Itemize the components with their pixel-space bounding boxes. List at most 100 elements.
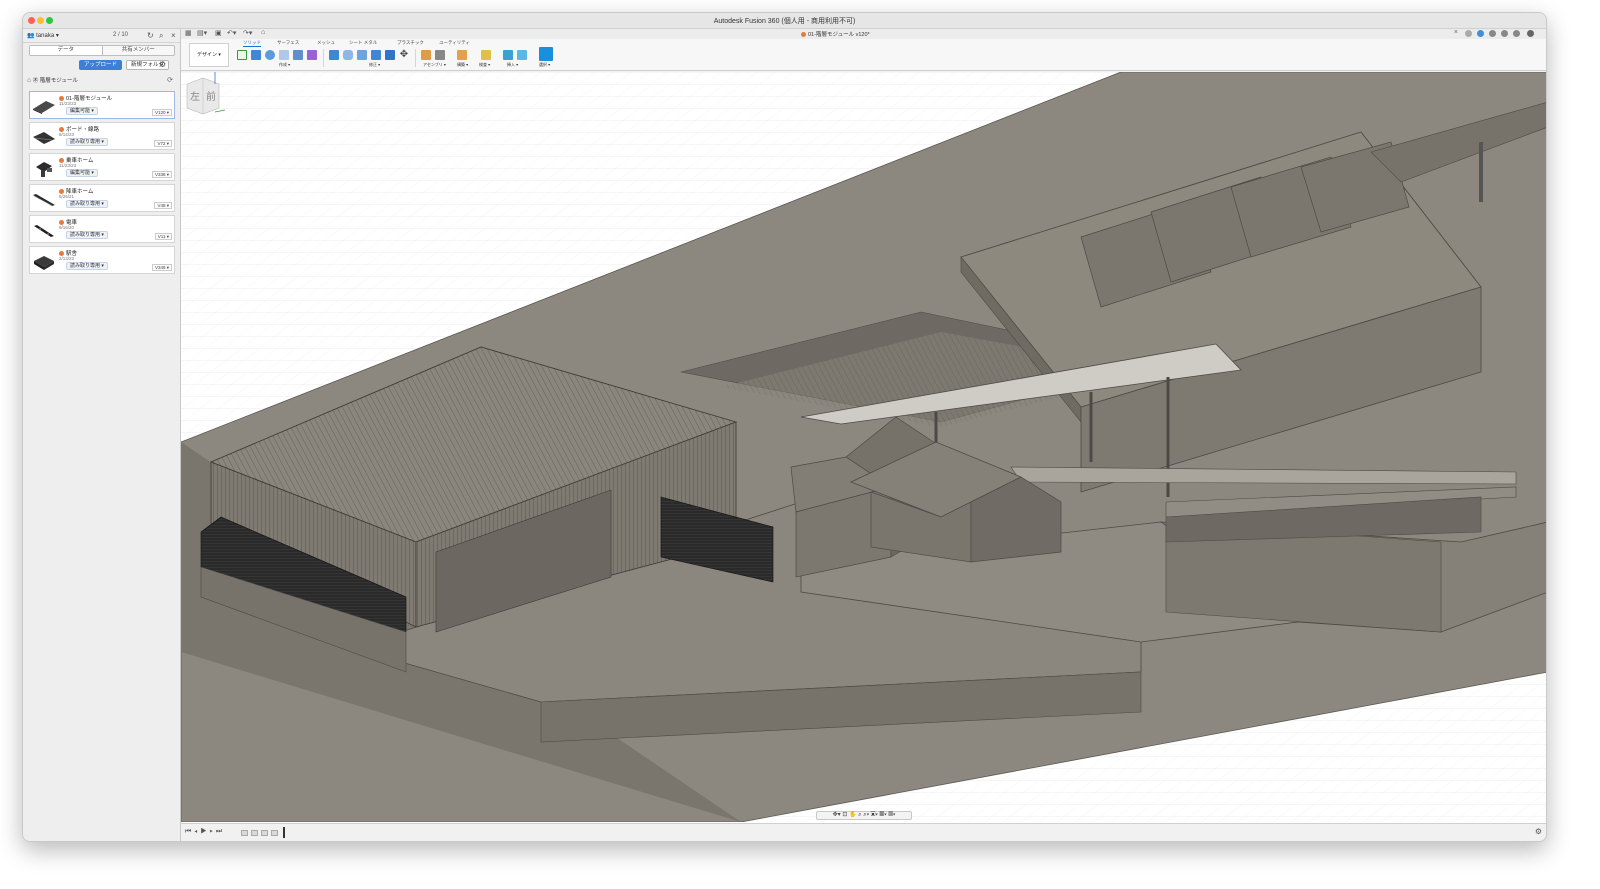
- group-construct[interactable]: 構築 ▾: [457, 62, 468, 68]
- list-item[interactable]: 降車ホーム 6/26/21 読み取り専用 ▾ V48 ▾: [29, 184, 175, 212]
- breadcrumb: ⌂ ㊍ 階層モジュール ⟳: [27, 76, 177, 86]
- file-date: 6/26/21: [59, 194, 75, 199]
- file-date: 11/23/23: [59, 101, 77, 106]
- zoom-icon[interactable]: ⌕: [858, 812, 861, 818]
- home-view-icon[interactable]: ⌂: [261, 29, 265, 36]
- workspace-switcher[interactable]: デザイン ▾: [189, 43, 229, 67]
- select-cursor-icon[interactable]: [539, 47, 553, 61]
- shell-icon[interactable]: [371, 50, 381, 60]
- revolve-icon[interactable]: [265, 50, 275, 60]
- new-component-icon[interactable]: [421, 50, 431, 60]
- list-item[interactable]: 電車 9/16/20 読み取り専用 ▾ V11 ▾: [29, 215, 175, 243]
- status-badge[interactable]: 読み取り専用 ▾: [66, 231, 108, 239]
- close-panel-icon[interactable]: ×: [171, 31, 176, 40]
- chamfer-icon[interactable]: [357, 50, 367, 60]
- status-badge[interactable]: 編集可能 ▾: [66, 169, 98, 177]
- file-menu-icon[interactable]: ▤▾: [197, 29, 207, 37]
- refresh-folder-icon[interactable]: ⟳: [167, 76, 173, 84]
- timeline-controls[interactable]: ⏮◂▶▸⏭: [185, 828, 225, 836]
- viewcube[interactable]: 左 前: [181, 72, 225, 116]
- joint-icon[interactable]: [435, 50, 445, 60]
- tab-data[interactable]: データ: [30, 46, 103, 55]
- timeline-feature[interactable]: [271, 830, 278, 836]
- notification-icon[interactable]: [1501, 30, 1508, 37]
- hole-icon[interactable]: [279, 50, 289, 60]
- extrude-icon[interactable]: [251, 50, 261, 60]
- offset-plane-icon[interactable]: [457, 50, 467, 60]
- timeline-feature[interactable]: [241, 830, 248, 836]
- tab-solid[interactable]: ソリッド: [243, 40, 261, 47]
- create-sketch-icon[interactable]: [237, 50, 247, 60]
- title-bar: Autodesk Fusion 360 (個人用 - 商用利用不可): [23, 13, 1546, 29]
- move-icon[interactable]: ✥: [399, 50, 409, 60]
- combine-icon[interactable]: [385, 50, 395, 60]
- redo-icon[interactable]: ↷▾: [243, 29, 252, 37]
- tab-plastic[interactable]: プラスチック: [397, 40, 424, 46]
- close-tab-icon[interactable]: ×: [1454, 29, 1458, 36]
- sync-icon[interactable]: [1477, 30, 1484, 37]
- help-icon[interactable]: [1513, 30, 1520, 37]
- list-item[interactable]: ボード・線路 8/14/23 読み取り専用 ▾ V72 ▾: [29, 122, 175, 150]
- list-item[interactable]: 01-階層モジュール 11/23/23 編集可能 ▾ V120 ▾: [29, 91, 175, 119]
- viewcube-left-label[interactable]: 左: [190, 90, 200, 103]
- timeline-settings-icon[interactable]: ⚙: [1535, 827, 1542, 836]
- jobs-icon[interactable]: [1489, 30, 1496, 37]
- pattern-icon[interactable]: [293, 50, 303, 60]
- timeline-feature[interactable]: [261, 830, 268, 836]
- version-badge[interactable]: V336 ▾: [151, 171, 172, 178]
- home-icon[interactable]: ⌂: [27, 77, 31, 84]
- group-insert[interactable]: 挿入 ▾: [507, 62, 518, 68]
- user-menu[interactable]: 👥 tanaka ▾: [27, 32, 59, 39]
- canvas-viewport[interactable]: 左 前 ✥▾ ⊡ ✋ ⌕ ⌕▾ ▣▾ ▦▾ ▤▾: [181, 72, 1546, 823]
- version-badge[interactable]: V346 ▾: [151, 264, 172, 271]
- viewcube-front-label[interactable]: 前: [206, 90, 216, 103]
- orbit-icon[interactable]: ✥▾: [833, 812, 841, 818]
- fit-icon[interactable]: ⌕▾: [863, 812, 869, 818]
- tab-sheet-metal[interactable]: シート メタル: [349, 40, 377, 46]
- insert-image-icon[interactable]: [517, 50, 527, 60]
- version-badge[interactable]: V11 ▾: [154, 233, 172, 240]
- press-pull-icon[interactable]: [329, 50, 339, 60]
- viewports-icon[interactable]: ▤▾: [888, 812, 895, 818]
- tab-surface[interactable]: サーフェス: [277, 40, 299, 46]
- group-inspect[interactable]: 検査 ▾: [479, 62, 490, 68]
- tab-utility[interactable]: ユーティリティ: [439, 40, 470, 46]
- undo-icon[interactable]: ↶▾: [227, 29, 236, 37]
- breadcrumb-folder[interactable]: ㊍ 階層モジュール: [33, 78, 78, 84]
- document-tab[interactable]: 01-階層モジュール v120*: [801, 30, 870, 38]
- status-badge[interactable]: 編集可能 ▾: [66, 107, 98, 115]
- save-icon[interactable]: ▣: [215, 29, 222, 37]
- list-item[interactable]: 乗車ホーム 11/23/23 編集可能 ▾ V336 ▾: [29, 153, 175, 181]
- pan-icon[interactable]: ✋: [849, 812, 856, 818]
- form-icon[interactable]: [307, 50, 317, 60]
- timeline-marker[interactable]: [283, 827, 285, 838]
- group-modify[interactable]: 修正 ▾: [369, 62, 380, 68]
- new-tab-icon[interactable]: [1465, 30, 1472, 37]
- refresh-icon[interactable]: ↻: [147, 31, 154, 40]
- status-badge[interactable]: 読み取り専用 ▾: [66, 262, 108, 270]
- avatar[interactable]: [1527, 30, 1534, 37]
- tab-mesh[interactable]: メッシュ: [317, 40, 335, 46]
- status-badge[interactable]: 読み取り専用 ▾: [66, 138, 108, 146]
- upload-button[interactable]: アップロード: [79, 60, 123, 70]
- fillet-icon[interactable]: [343, 50, 353, 60]
- version-badge[interactable]: V120 ▾: [151, 109, 172, 116]
- tab-members[interactable]: 共有メンバー: [103, 46, 175, 55]
- gear-icon[interactable]: ⚙: [159, 60, 166, 69]
- version-badge[interactable]: V48 ▾: [154, 202, 172, 209]
- status-badge[interactable]: 読み取り専用 ▾: [66, 200, 108, 208]
- model-scene[interactable]: [181, 72, 1546, 822]
- group-create[interactable]: 作成 ▾: [279, 62, 290, 68]
- group-select[interactable]: 選択 ▾: [539, 62, 550, 68]
- version-badge[interactable]: V72 ▾: [154, 140, 172, 147]
- timeline-feature[interactable]: [251, 830, 258, 836]
- list-item[interactable]: 駅舎 2/13/23 読み取り専用 ▾ V346 ▾: [29, 246, 175, 274]
- display-settings-icon[interactable]: ▣▾: [871, 812, 878, 818]
- group-assemble[interactable]: アセンブリ ▾: [423, 62, 446, 68]
- look-at-icon[interactable]: ⊡: [842, 812, 847, 818]
- grid-settings-icon[interactable]: ▦▾: [880, 812, 887, 818]
- search-icon[interactable]: ⌕: [159, 31, 163, 41]
- grid-icon[interactable]: ▦: [185, 29, 192, 37]
- measure-icon[interactable]: [481, 50, 491, 60]
- insert-derive-icon[interactable]: [503, 50, 513, 60]
